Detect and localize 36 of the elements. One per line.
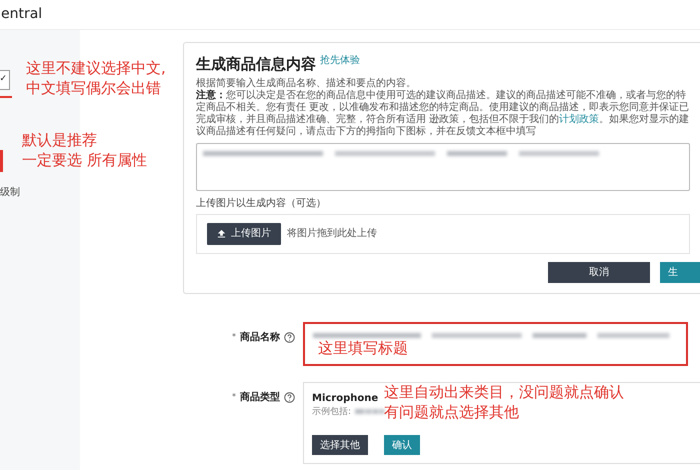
upload-label: 上传图片以生成内容（可选）: [196, 196, 327, 210]
annotation-text: 一定要选 所有属性: [22, 150, 147, 170]
beta-link[interactable]: 抢先体验: [320, 53, 360, 68]
required-mark: *: [232, 331, 236, 343]
category-button[interactable]: 选择其他: [312, 435, 368, 455]
help-icon[interactable]: [284, 392, 295, 402]
annotation-text: 默认是推荐: [22, 130, 98, 150]
upload-button[interactable]: 上传图片: [207, 222, 281, 244]
annotation-text: 中文填写偶尔会出错: [26, 78, 162, 98]
product-name-input[interactable]: [303, 322, 688, 366]
bracket-mark: [0, 150, 3, 172]
bracket-mark: [0, 96, 12, 98]
blurred-text-drawing: [355, 408, 386, 416]
annotation-text: 这里自动出来类目，没问题就点确认: [384, 382, 624, 402]
category-name: Microphone: [312, 392, 378, 406]
required-mark: *: [232, 391, 236, 403]
sidebar-text: 级制: [0, 186, 20, 200]
annotation-text: 有问题就点选择其他: [384, 402, 520, 422]
upload-icon: [217, 229, 226, 238]
language-dropdown[interactable]: ✓: [0, 70, 10, 90]
annotation-text: 这里填写标题: [318, 338, 408, 358]
notice-text: 注意：您可以决定是否在您的商品信息中使用可选的建议商品描述。建议的商品描述可能不准确，或者与您的特定商品不相关。您有责任 更改，以准确发布和描述您的特定商品。使用建议的商品描述，即表示您同意并保证已完成审核，并且商品描述准确、完整，符合所有适用 逊政策，包括但不限于我们的计划政策。如果您对显示的建议商品描述有任何疑问，请点击下方的拇指向下图标，并在反馈文本框中填写: [196, 90, 690, 138]
help-icon[interactable]: [284, 332, 295, 342]
policy-link[interactable]: 计划政策: [559, 114, 600, 124]
upload-hint: 将图片拖到此处上传: [287, 226, 377, 241]
field-label: 商品名称: [240, 330, 280, 344]
examples-label: 示例包括:: [312, 406, 352, 418]
intro-text: 根据简要输入生成商品名称、描述和要点的内容。: [196, 78, 417, 89]
category-button[interactable]: 确认: [384, 435, 420, 455]
field-label: 商品类型: [240, 390, 280, 404]
action-button[interactable]: 取消: [548, 262, 650, 282]
brand-text: entral: [1, 5, 42, 24]
card-title: 生成商品信息内容: [196, 54, 316, 75]
annotation-text: 这里不建议选择中文,: [26, 58, 166, 78]
action-button[interactable]: 生: [660, 262, 700, 282]
upload-dropzone[interactable]: 上传图片 将图片拖到此处上传: [196, 214, 690, 254]
